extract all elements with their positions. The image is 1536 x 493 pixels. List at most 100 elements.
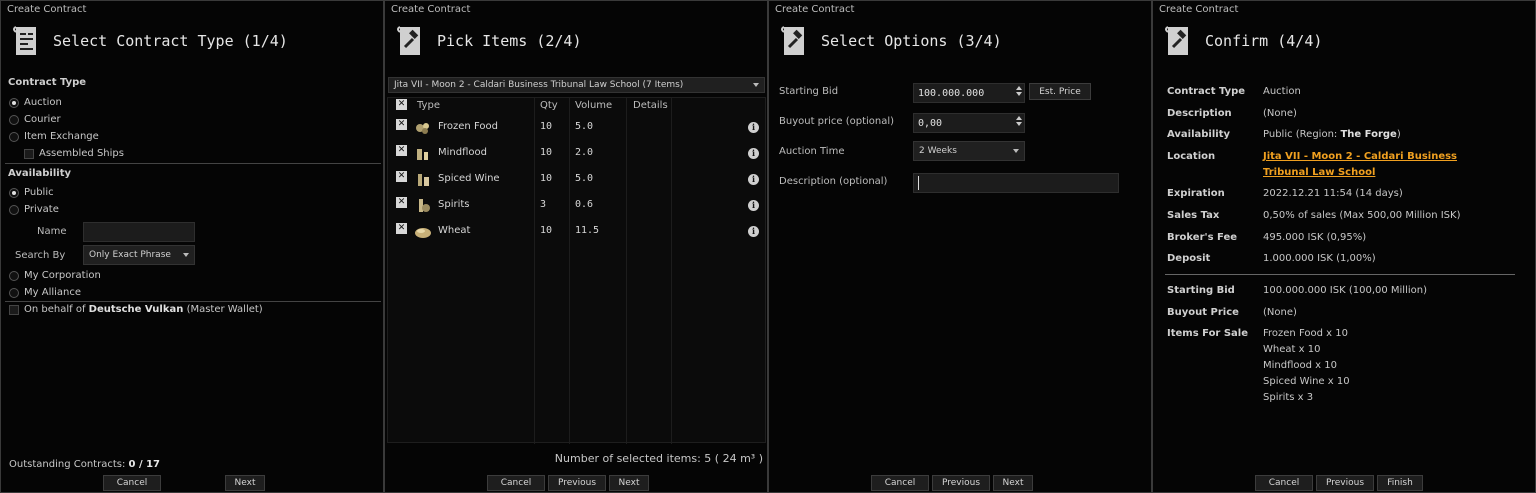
panel-header: Pick Items (2/4) bbox=[395, 21, 582, 61]
summary-key: Deposit bbox=[1167, 253, 1211, 264]
radio-button[interactable] bbox=[9, 204, 19, 215]
checkbox-on-behalf[interactable]: On behalf of Deutsche Vulkan (Master Wal… bbox=[9, 304, 263, 315]
previous-button[interactable]: Previous bbox=[1316, 475, 1374, 491]
info-icon[interactable]: i bbox=[748, 174, 759, 185]
panel-confirm: Create Contract Confirm (4/4) Contract T… bbox=[1152, 0, 1536, 493]
panel-title: Pick Items (2/4) bbox=[437, 32, 582, 50]
contract-type-label: Contract Type bbox=[8, 77, 87, 88]
spinner-icon[interactable] bbox=[1014, 114, 1024, 128]
sale-item: Frozen Food x 10 bbox=[1263, 328, 1348, 339]
finish-button[interactable]: Finish bbox=[1377, 475, 1423, 491]
radio-button[interactable] bbox=[9, 270, 19, 281]
deselect-all-icon[interactable]: ✕ bbox=[396, 99, 407, 110]
est-price-button[interactable]: Est. Price bbox=[1029, 83, 1091, 100]
radio-button[interactable] bbox=[9, 114, 19, 125]
availability-label: Availability bbox=[8, 168, 71, 179]
checkbox[interactable] bbox=[24, 148, 34, 159]
contract-gavel-icon bbox=[1165, 26, 1188, 55]
column-header-volume[interactable]: Volume bbox=[575, 100, 612, 111]
radio-my-alliance[interactable]: My Alliance bbox=[9, 287, 81, 298]
next-button[interactable]: Next bbox=[225, 475, 265, 491]
previous-button[interactable]: Previous bbox=[932, 475, 990, 491]
outstanding-label: Outstanding Contracts: bbox=[9, 459, 126, 470]
column-header-details[interactable]: Details bbox=[633, 100, 668, 111]
item-volume: 5.0 bbox=[575, 173, 594, 184]
table-row[interactable]: ✕ Spirits 3 0.6 i bbox=[388, 194, 765, 220]
item-qty: 10 bbox=[540, 147, 553, 158]
table-row[interactable]: ✕ Spiced Wine 10 5.0 i bbox=[388, 168, 765, 194]
radio-label: Public bbox=[24, 187, 54, 198]
column-header-type[interactable]: Type bbox=[417, 100, 440, 111]
contract-scroll-icon bbox=[13, 26, 36, 55]
checkbox-assembled-ships[interactable]: Assembled Ships bbox=[24, 148, 124, 159]
cancel-button[interactable]: Cancel bbox=[103, 475, 161, 491]
remove-item-icon[interactable]: ✕ bbox=[396, 145, 407, 156]
name-input[interactable] bbox=[83, 222, 195, 242]
auction-time-label: Auction Time bbox=[779, 146, 845, 157]
summary-value: 1.000.000 ISK (1,00%) bbox=[1263, 253, 1376, 264]
spiced-wine-icon bbox=[418, 174, 429, 186]
info-icon[interactable]: i bbox=[748, 148, 759, 159]
previous-button[interactable]: Previous bbox=[548, 475, 606, 491]
divider bbox=[5, 301, 381, 302]
item-name: Spiced Wine bbox=[438, 173, 500, 184]
location-dropdown[interactable]: Jita VII - Moon 2 - Caldari Business Tri… bbox=[388, 77, 765, 93]
next-button[interactable]: Next bbox=[993, 475, 1033, 491]
summary-value: 2022.12.21 11:54 (14 days) bbox=[1263, 188, 1403, 199]
radio-auction[interactable]: Auction bbox=[9, 97, 62, 108]
selected-items-summary: Number of selected items: 5 ( 24 m³ ) bbox=[554, 452, 763, 465]
table-row[interactable]: ✕ Wheat 10 11.5 i bbox=[388, 220, 765, 246]
buyout-input[interactable]: 0,00 bbox=[913, 113, 1025, 133]
radio-label: Private bbox=[24, 204, 59, 215]
radio-my-corporation[interactable]: My Corporation bbox=[9, 270, 101, 281]
buyout-label: Buyout price (optional) bbox=[779, 116, 895, 127]
radio-label: Courier bbox=[24, 114, 61, 125]
next-button[interactable]: Next bbox=[609, 475, 649, 491]
checkbox[interactable] bbox=[9, 304, 19, 315]
table-row[interactable]: ✕ Mindflood 10 2.0 i bbox=[388, 142, 765, 168]
spinner-icon[interactable] bbox=[1014, 84, 1024, 98]
column-header-qty[interactable]: Qty bbox=[540, 100, 558, 111]
radio-button[interactable] bbox=[9, 97, 19, 108]
outstanding-value: 0 / 17 bbox=[128, 459, 161, 470]
cancel-button[interactable]: Cancel bbox=[487, 475, 545, 491]
remove-item-icon[interactable]: ✕ bbox=[396, 119, 407, 130]
radio-button[interactable] bbox=[9, 287, 19, 298]
table-row[interactable]: ✕ Frozen Food 10 5.0 i bbox=[388, 116, 765, 142]
radio-item-exchange[interactable]: Item Exchange bbox=[9, 131, 99, 142]
wheat-icon bbox=[415, 228, 431, 238]
remove-item-icon[interactable]: ✕ bbox=[396, 197, 407, 208]
radio-private[interactable]: Private bbox=[9, 204, 59, 215]
radio-label: My Corporation bbox=[24, 270, 101, 281]
info-icon[interactable]: i bbox=[748, 200, 759, 211]
window-title: Create Contract bbox=[391, 4, 471, 15]
location-link[interactable]: Jita VII - Moon 2 - Caldari Business bbox=[1263, 151, 1457, 162]
info-icon[interactable]: i bbox=[748, 122, 759, 133]
location-link[interactable]: Tribunal Law School bbox=[1263, 167, 1375, 178]
chevron-down-icon bbox=[183, 253, 189, 257]
radio-button[interactable] bbox=[9, 131, 19, 142]
radio-button[interactable] bbox=[9, 187, 19, 198]
window-title: Create Contract bbox=[775, 4, 855, 15]
item-qty: 10 bbox=[540, 173, 553, 184]
summary-value: (None) bbox=[1263, 307, 1297, 318]
summary-key: Sales Tax bbox=[1167, 210, 1220, 221]
summary-key: Location bbox=[1167, 151, 1216, 162]
summary-key: Description bbox=[1167, 108, 1232, 119]
cancel-button[interactable]: Cancel bbox=[871, 475, 929, 491]
remove-item-icon[interactable]: ✕ bbox=[396, 171, 407, 182]
starting-bid-input[interactable]: 100.000.000 bbox=[913, 83, 1025, 103]
radio-courier[interactable]: Courier bbox=[9, 114, 61, 125]
remove-item-icon[interactable]: ✕ bbox=[396, 223, 407, 234]
search-by-dropdown[interactable]: Only Exact Phrase bbox=[83, 245, 195, 265]
info-icon[interactable]: i bbox=[748, 226, 759, 237]
panel-title: Select Options (3/4) bbox=[821, 32, 1002, 50]
auction-time-dropdown[interactable]: 2 Weeks bbox=[913, 141, 1025, 161]
summary-key: Contract Type bbox=[1167, 86, 1246, 97]
panel-header: Select Contract Type (1/4) bbox=[11, 21, 288, 61]
summary-value: Auction bbox=[1263, 86, 1301, 97]
cancel-button[interactable]: Cancel bbox=[1255, 475, 1313, 491]
description-input[interactable] bbox=[913, 173, 1119, 193]
sale-item: Spiced Wine x 10 bbox=[1263, 376, 1350, 387]
radio-public[interactable]: Public bbox=[9, 187, 54, 198]
